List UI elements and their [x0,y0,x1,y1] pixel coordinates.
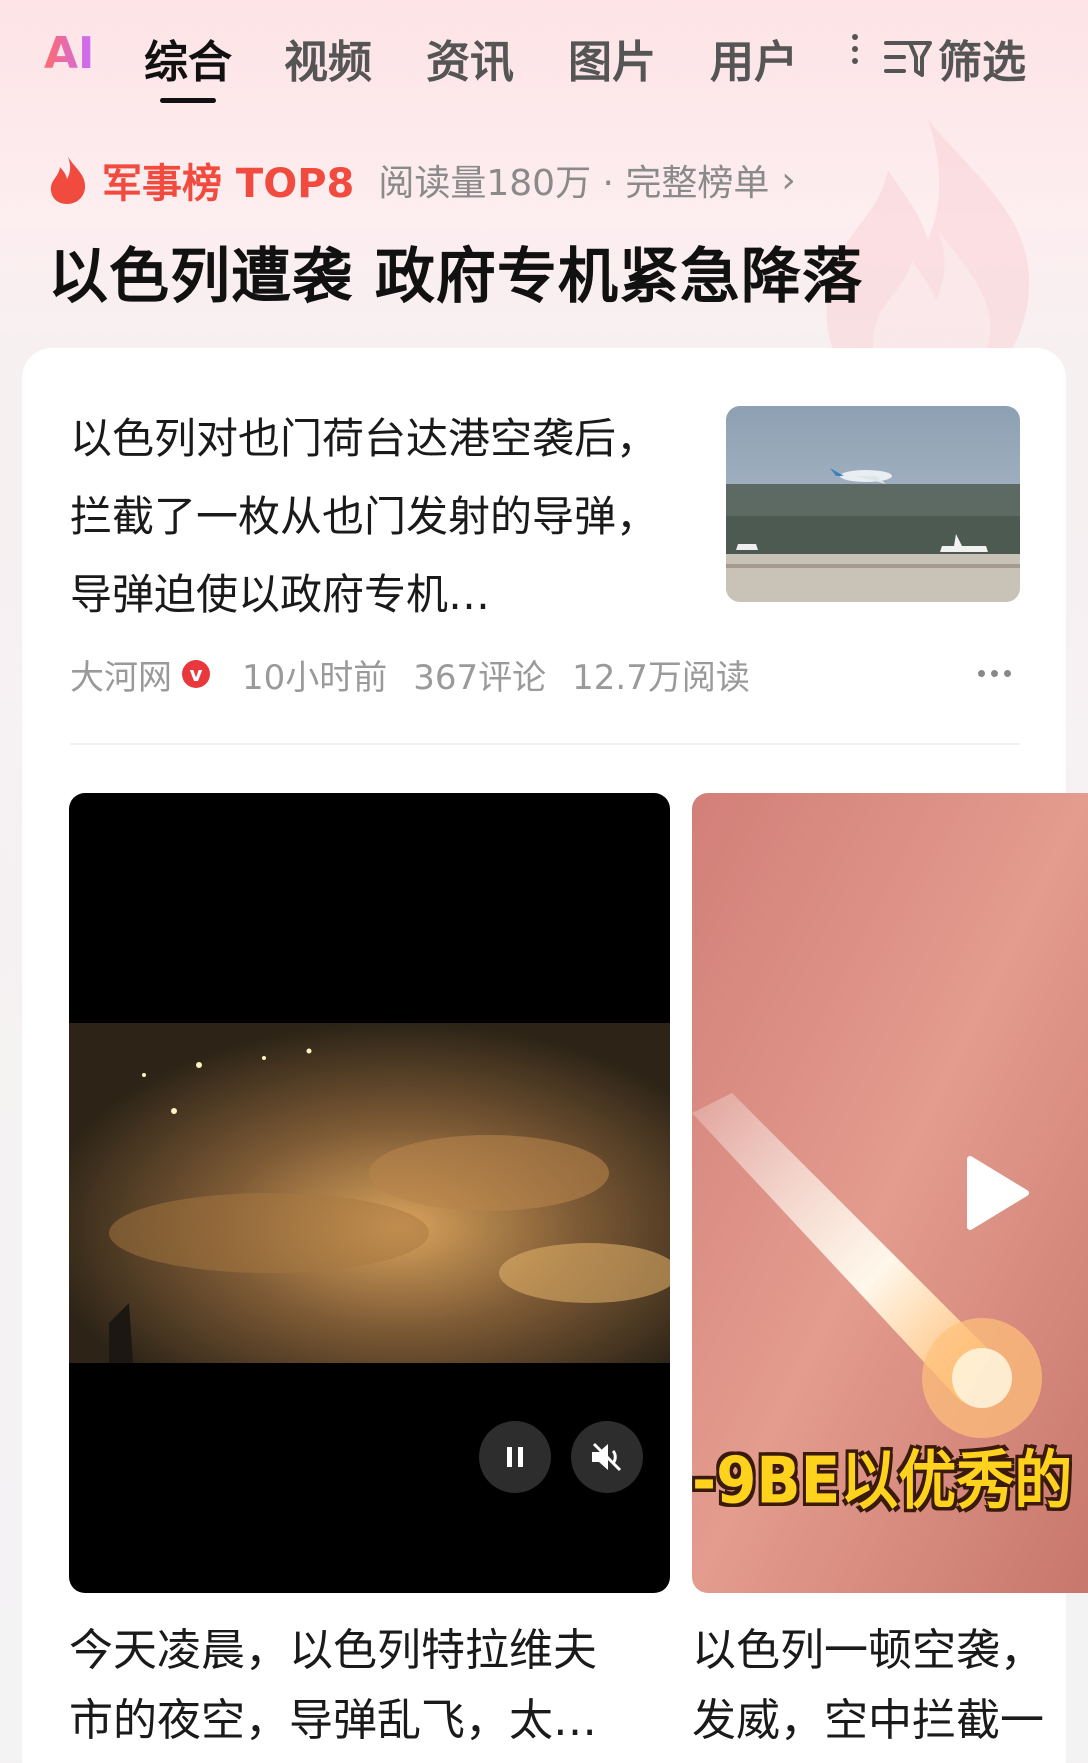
video-frame [69,1023,670,1363]
tab-news[interactable]: 资讯 [426,26,514,90]
rank-title: 军事榜 TOP8 [102,161,355,207]
video-player[interactable] [69,793,670,1593]
video-title-line: 发威，空中拦截一 [692,1695,1044,1746]
video-title-line: 市的夜空，导弹乱飞，太… [69,1695,597,1746]
mute-button[interactable] [571,1421,643,1493]
tab-ai[interactable]: AI [44,28,94,79]
filter-icon [884,41,932,77]
filter-button[interactable]: 筛选 [882,26,1026,90]
verified-badge-icon: v [182,660,210,688]
pause-icon [507,1447,523,1467]
video-title[interactable]: 以色列一顿空袭， 发威，空中拦截一 [692,1616,1088,1756]
muted-speaker-icon [592,1442,622,1472]
play-icon[interactable] [962,1153,1032,1233]
pause-button[interactable] [479,1421,551,1493]
tab-comprehensive[interactable]: 综合 [144,26,232,90]
filter-label: 筛选 [938,37,1026,88]
article-title[interactable]: 以色列对也门荷台达港空袭后，拦截了一枚从也门发射的导弹，导弹迫使以政府专机… [70,400,690,634]
divider [70,743,1020,745]
rank-meta: 阅读量180万 · 完整榜单 [378,163,770,204]
more-options-icon[interactable] [978,670,1011,677]
tab-images[interactable]: 图片 [568,26,656,90]
video-thumbnail[interactable]: -9BE以优秀的 [692,793,1088,1593]
active-tab-indicator [160,98,216,103]
article-time: 10小时前 [242,657,388,698]
video-title-line: 今天凌晨，以色列特拉维夫 [69,1625,597,1676]
article-reads: 12.7万阅读 [572,657,750,698]
more-tabs-icon[interactable] [852,34,860,76]
video-caption: -9BE以优秀的 [692,1443,1073,1518]
article-source[interactable]: 大河网 [70,650,172,699]
article-comments: 367评论 [413,657,547,698]
search-tab-bar: AI 综合 视频 资讯 图片 用户 筛选 [0,0,1088,110]
article-thumbnail[interactable] [726,406,1020,602]
fire-icon [50,157,86,204]
hot-rank-headline[interactable]: 以色列遭袭 政府专机紧急降落 [48,228,863,315]
tab-video[interactable]: 视频 [284,26,372,90]
chevron-right-icon: › [781,159,796,201]
article-meta: 大河网 v 10小时前 367评论 12.7万阅读 [70,650,750,698]
video-title-line: 以色列一顿空袭， [692,1625,1044,1676]
hot-rank-banner[interactable]: 军事榜 TOP8 阅读量180万 · 完整榜单 › [48,150,796,210]
tab-users[interactable]: 用户 [710,26,798,90]
video-title[interactable]: 今天凌晨，以色列特拉维夫 市的夜空，导弹乱飞，太… [69,1616,669,1756]
